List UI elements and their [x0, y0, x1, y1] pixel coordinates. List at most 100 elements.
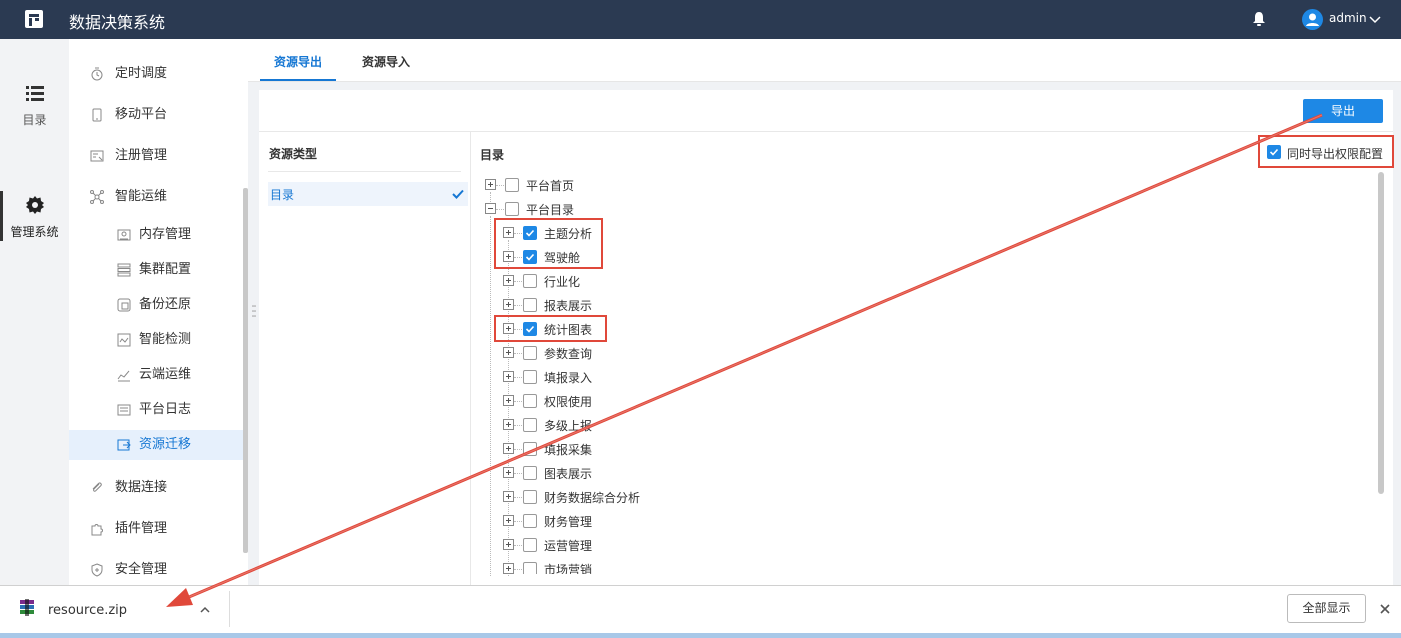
- bell-icon[interactable]: [1252, 11, 1266, 27]
- tree-node-checkbox[interactable]: [523, 274, 537, 288]
- expand-icon[interactable]: [503, 395, 514, 406]
- user-name[interactable]: admin: [1329, 11, 1367, 25]
- tree-node[interactable]: 图表展示: [503, 464, 703, 482]
- menu-item-smart-ops[interactable]: 智能运维: [69, 182, 243, 212]
- divider: [268, 171, 461, 172]
- export-button[interactable]: 导出: [1303, 99, 1383, 123]
- tree-node-checkbox[interactable]: [505, 178, 519, 192]
- drag-handle-icon[interactable]: [252, 304, 256, 318]
- expand-icon[interactable]: [503, 347, 514, 358]
- expand-icon[interactable]: [503, 491, 514, 502]
- expand-icon[interactable]: [503, 539, 514, 550]
- chevron-down-icon[interactable]: [1368, 13, 1382, 27]
- menu-item-cluster[interactable]: 集群配置: [69, 255, 243, 285]
- expand-icon[interactable]: [503, 371, 514, 382]
- tree-node-checkbox[interactable]: [523, 514, 537, 528]
- menu-item-data-connection[interactable]: 数据连接: [69, 473, 243, 503]
- tree-node-checkbox[interactable]: [523, 298, 537, 312]
- menu-item-scheduled-tasks[interactable]: 定时调度: [69, 59, 243, 89]
- app-logo-icon[interactable]: [24, 9, 44, 29]
- show-all-button[interactable]: 全部显示: [1287, 594, 1366, 623]
- menu-item-platform-log[interactable]: 平台日志: [69, 395, 243, 425]
- tree-node-label: 平台首页: [526, 179, 575, 193]
- tree-node-checkbox[interactable]: [523, 442, 537, 456]
- menu-item-cloud-ops[interactable]: 云端运维: [69, 360, 243, 390]
- expand-icon[interactable]: [503, 563, 514, 574]
- tree-node[interactable]: 参数查询: [503, 344, 703, 362]
- register-icon: [90, 150, 104, 162]
- app-header: 数据决策系统 admin: [0, 0, 1401, 39]
- tree-node-label: 图表展示: [544, 467, 593, 481]
- menu-item-smart-check[interactable]: 智能检测: [69, 325, 243, 355]
- resource-type-item-directory[interactable]: 目录: [268, 182, 468, 206]
- collapse-icon[interactable]: [485, 203, 496, 214]
- menu-item-label: 内存管理: [139, 227, 192, 242]
- archive-icon: [20, 599, 34, 616]
- menu-item-label: 备份还原: [139, 297, 192, 312]
- tab-resource-export[interactable]: 资源导出: [274, 53, 322, 70]
- tree-node-checkbox[interactable]: [523, 394, 537, 408]
- tree-node-checkbox[interactable]: [523, 346, 537, 360]
- resource-type-title: 资源类型: [269, 147, 318, 161]
- menu-item-mobile-platform[interactable]: 移动平台: [69, 100, 243, 130]
- management-menu: 定时调度 移动平台 注册管理 智能运维 内存管理 集群配置 备份还原 智能检测 …: [69, 39, 248, 585]
- primary-rail: 目录 管理系统: [0, 39, 69, 585]
- tree-node[interactable]: 填报录入: [503, 368, 703, 386]
- expand-icon[interactable]: [503, 419, 514, 430]
- tree-node-checkbox[interactable]: [523, 562, 537, 574]
- tree-node-label: 运营管理: [544, 539, 593, 553]
- expand-icon[interactable]: [503, 299, 514, 310]
- tree-node[interactable]: 权限使用: [503, 392, 703, 410]
- tree-node[interactable]: 平台首页: [485, 176, 685, 194]
- tree-node[interactable]: 行业化: [503, 272, 703, 290]
- directory-title: 目录: [480, 148, 505, 162]
- divider: [471, 131, 1393, 132]
- active-tab-indicator: [260, 79, 336, 81]
- expand-icon[interactable]: [503, 443, 514, 454]
- menu-item-label: 移动平台: [115, 107, 168, 122]
- expand-icon[interactable]: [503, 467, 514, 478]
- tree-node[interactable]: 填报采集: [503, 440, 703, 458]
- rail-item-directory[interactable]: 目录: [0, 85, 69, 128]
- menu-item-plugins[interactable]: 插件管理: [69, 514, 243, 544]
- export-permission-checkbox[interactable]: [1267, 145, 1281, 159]
- tree-node-checkbox[interactable]: [523, 370, 537, 384]
- menu-item-backup[interactable]: 备份还原: [69, 290, 243, 320]
- tree-node-label: 行业化: [544, 275, 581, 289]
- chevron-up-icon[interactable]: [198, 603, 212, 617]
- menu-item-label: 智能运维: [115, 189, 168, 204]
- tree-node[interactable]: 平台目录: [485, 200, 685, 218]
- tree-scrollbar[interactable]: [1378, 172, 1384, 494]
- backup-icon: [117, 298, 131, 312]
- tree-node[interactable]: 报表展示: [503, 296, 703, 314]
- expand-icon[interactable]: [503, 275, 514, 286]
- puzzle-icon: [91, 524, 103, 536]
- tree-node[interactable]: 财务数据综合分析: [503, 488, 703, 506]
- tree-node-checkbox[interactable]: [523, 490, 537, 504]
- menu-item-security[interactable]: 安全管理: [69, 555, 243, 585]
- export-permission-label[interactable]: 同时导出权限配置: [1287, 145, 1383, 162]
- tree-node-checkbox[interactable]: [523, 418, 537, 432]
- tree-node[interactable]: 运营管理: [503, 536, 703, 554]
- menu-item-resource-migration[interactable]: 资源迁移: [69, 430, 243, 460]
- tree-node-checkbox[interactable]: [523, 466, 537, 480]
- migrate-icon: [117, 439, 131, 451]
- avatar[interactable]: [1302, 9, 1323, 30]
- menu-item-memory[interactable]: 内存管理: [69, 220, 243, 250]
- tree-node-checkbox[interactable]: [523, 538, 537, 552]
- menu-item-label: 智能检测: [139, 332, 192, 347]
- tree-node[interactable]: 多级上报: [503, 416, 703, 434]
- menu-scrollbar[interactable]: [243, 188, 248, 553]
- rail-item-management[interactable]: 管理系统: [0, 195, 69, 240]
- expand-icon[interactable]: [503, 515, 514, 526]
- tree-node[interactable]: 市场营销: [503, 560, 703, 574]
- close-icon[interactable]: [1378, 602, 1392, 616]
- tree-node-checkbox[interactable]: [505, 202, 519, 216]
- check-icon: [1269, 148, 1279, 156]
- mobile-icon: [92, 108, 102, 122]
- tree-node[interactable]: 财务管理: [503, 512, 703, 530]
- expand-icon[interactable]: [485, 179, 496, 190]
- menu-item-registration[interactable]: 注册管理: [69, 141, 243, 171]
- download-file-name[interactable]: resource.zip: [48, 603, 127, 618]
- tab-resource-import[interactable]: 资源导入: [362, 53, 410, 70]
